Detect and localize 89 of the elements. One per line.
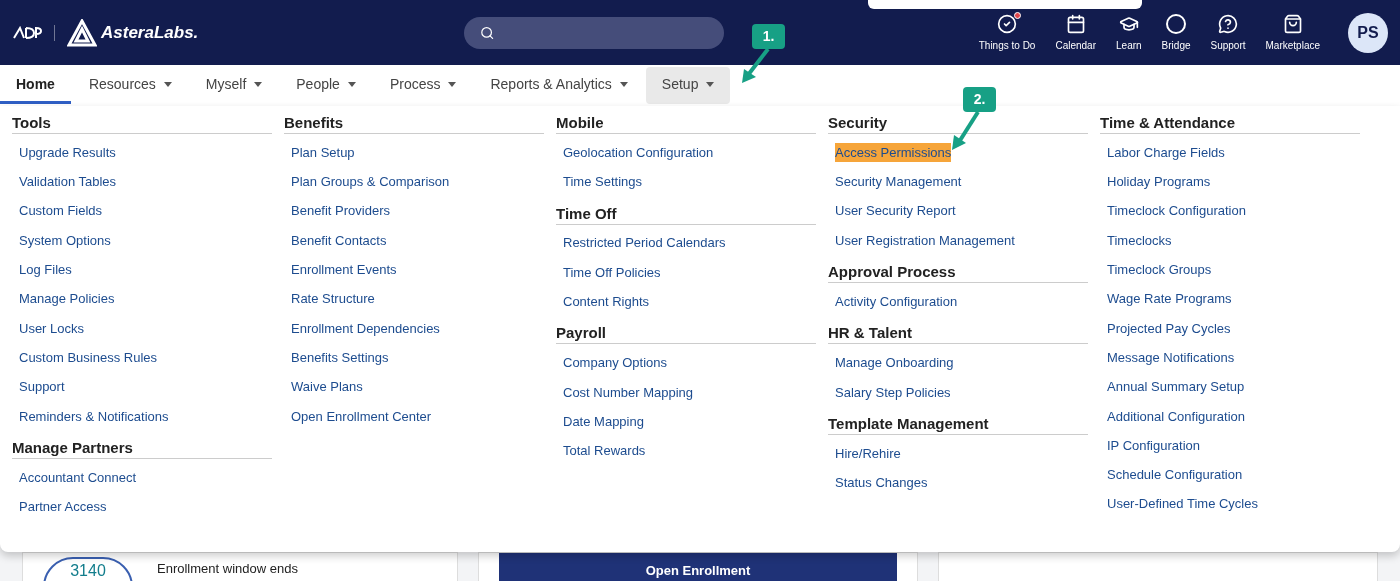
menu-link[interactable]: Timeclock Groups	[1107, 260, 1212, 280]
section-heading: HR & Talent	[828, 324, 1088, 345]
menu-link[interactable]: IP Configuration	[1107, 435, 1200, 456]
menu-link[interactable]: Wage Rate Programs	[1107, 289, 1232, 309]
menu-link[interactable]: Manage Onboarding	[835, 353, 954, 373]
menu-link[interactable]: Custom Fields	[19, 201, 103, 221]
header-shortcut[interactable]: Things to Do	[974, 13, 1040, 53]
menu-link[interactable]: Date Mapping	[563, 411, 644, 432]
menu-link[interactable]: Access Permissions	[835, 142, 952, 163]
section-heading: Manage Partners	[12, 438, 272, 459]
menu-link[interactable]: Open Enrollment Center	[291, 406, 432, 427]
nav-tab[interactable]: Process	[373, 67, 473, 104]
section-heading: Time & Attendance	[1100, 114, 1360, 134]
menu-link[interactable]: Projected Pay Cycles	[1107, 318, 1231, 339]
menu-link[interactable]: User Locks	[19, 318, 85, 339]
menu-link[interactable]: Message Notifications	[1107, 347, 1235, 368]
section-heading: Approval Process	[828, 263, 1088, 284]
menu-link[interactable]: Total Rewards	[563, 441, 646, 461]
menu-link[interactable]: Partner Access	[19, 497, 107, 517]
menu-link[interactable]: Hire/Rehire	[835, 443, 901, 464]
menu-link[interactable]: Log Files	[19, 260, 72, 280]
help-bubble-icon	[1218, 13, 1238, 34]
menu-link[interactable]: User Registration Management	[835, 230, 1015, 251]
menu-link[interactable]: Timeclocks	[1107, 230, 1172, 251]
menu-link[interactable]: Plan Setup	[291, 142, 355, 163]
section-heading: Time Off	[556, 204, 816, 225]
menu-link[interactable]: Cost Number Mapping	[563, 382, 694, 403]
menu-link[interactable]: Manage Policies	[19, 289, 115, 309]
nav-tab[interactable]: Resources	[72, 67, 188, 104]
search-field[interactable]	[464, 16, 725, 49]
menu-link[interactable]: Time Settings	[563, 172, 642, 192]
nav-tab[interactable]: Myself	[189, 67, 279, 104]
header-shortcut[interactable]: Support	[1206, 13, 1250, 53]
menu-link[interactable]: Support	[19, 377, 65, 397]
menu-link[interactable]: Plan Groups & Comparison	[291, 172, 450, 192]
header-shortcut[interactable]: Learn	[1112, 13, 1146, 53]
menu-link[interactable]: Benefits Settings	[291, 347, 389, 368]
count-badge: 3140	[43, 557, 133, 581]
brand-name: AsteraLabs.	[101, 21, 199, 44]
menu-link[interactable]: Custom Business Rules	[19, 347, 157, 368]
callout-badge: 1.	[752, 24, 785, 49]
section-heading: Template Management	[828, 415, 1088, 436]
menu-link[interactable]: Validation Tables	[19, 172, 117, 192]
menu-link[interactable]: System Options	[19, 230, 111, 251]
callout-badge: 2.	[963, 87, 996, 112]
menu-link[interactable]: User-Defined Time Cycles	[1107, 494, 1258, 514]
menu-link[interactable]: Security Management	[835, 172, 962, 192]
menu-link[interactable]: Salary Step Policies	[835, 382, 951, 403]
menu-link[interactable]: Activity Configuration	[835, 292, 958, 312]
menu-link[interactable]: Company Options	[563, 353, 668, 373]
header-shortcut[interactable]: Bridge	[1157, 13, 1195, 53]
menu-link[interactable]: Annual Summary Setup	[1107, 377, 1245, 397]
shopping-bag-icon	[1282, 13, 1303, 34]
nav-tab[interactable]: People	[280, 67, 372, 104]
menu-link[interactable]: Enrollment Events	[291, 260, 397, 280]
menu-link[interactable]: Additional Configuration	[1107, 406, 1246, 427]
calendar-icon	[1065, 13, 1086, 34]
menu-link[interactable]: Enrollment Dependencies	[291, 318, 440, 339]
menu-link[interactable]: Timeclock Configuration	[1107, 201, 1246, 221]
menu-link[interactable]: User Security Report	[835, 201, 956, 221]
menu-link[interactable]: Upgrade Results	[19, 142, 116, 163]
menu-link[interactable]: Accountant Connect	[19, 467, 137, 488]
menu-link[interactable]: Waive Plans	[291, 377, 363, 397]
menu-link[interactable]: Benefit Contacts	[291, 230, 387, 251]
menu-link[interactable]: Rate Structure	[291, 289, 375, 309]
section-heading: Tools	[12, 114, 272, 134]
nav-tab[interactable]: Reports & Analytics	[474, 67, 644, 104]
menu-link[interactable]: Labor Charge Fields	[1107, 142, 1225, 163]
section-heading: Security	[828, 114, 1088, 134]
header-shortcut[interactable]: Calendar	[1051, 13, 1100, 53]
menu-link[interactable]: Benefit Providers	[291, 201, 390, 221]
menu-link[interactable]: Status Changes	[835, 473, 928, 493]
search-icon	[480, 24, 495, 41]
section-heading: Mobile	[556, 114, 816, 134]
menu-link[interactable]: Reminders & Notifications	[19, 406, 169, 427]
card-text: Enrollment window ends	[157, 560, 298, 578]
menu-link[interactable]: Geolocation Configuration	[563, 142, 714, 163]
banner-title: Open Enrollment	[645, 562, 751, 580]
nav-tab[interactable]: Setup	[645, 67, 731, 104]
section-heading: Payroll	[556, 324, 816, 345]
header-shortcut[interactable]: Marketplace	[1261, 13, 1324, 53]
menu-link[interactable]: Holiday Programs	[1107, 172, 1211, 192]
menu-link[interactable]: Schedule Configuration	[1107, 465, 1243, 485]
section-heading: Benefits	[284, 114, 544, 134]
menu-link[interactable]: Time Off Policies	[563, 262, 661, 283]
check-circle-icon	[997, 13, 1018, 34]
menu-link[interactable]: Restricted Period Calendars	[563, 233, 726, 253]
user-avatar[interactable]: PS	[1348, 12, 1388, 53]
menu-link[interactable]: Content Rights	[563, 292, 649, 312]
